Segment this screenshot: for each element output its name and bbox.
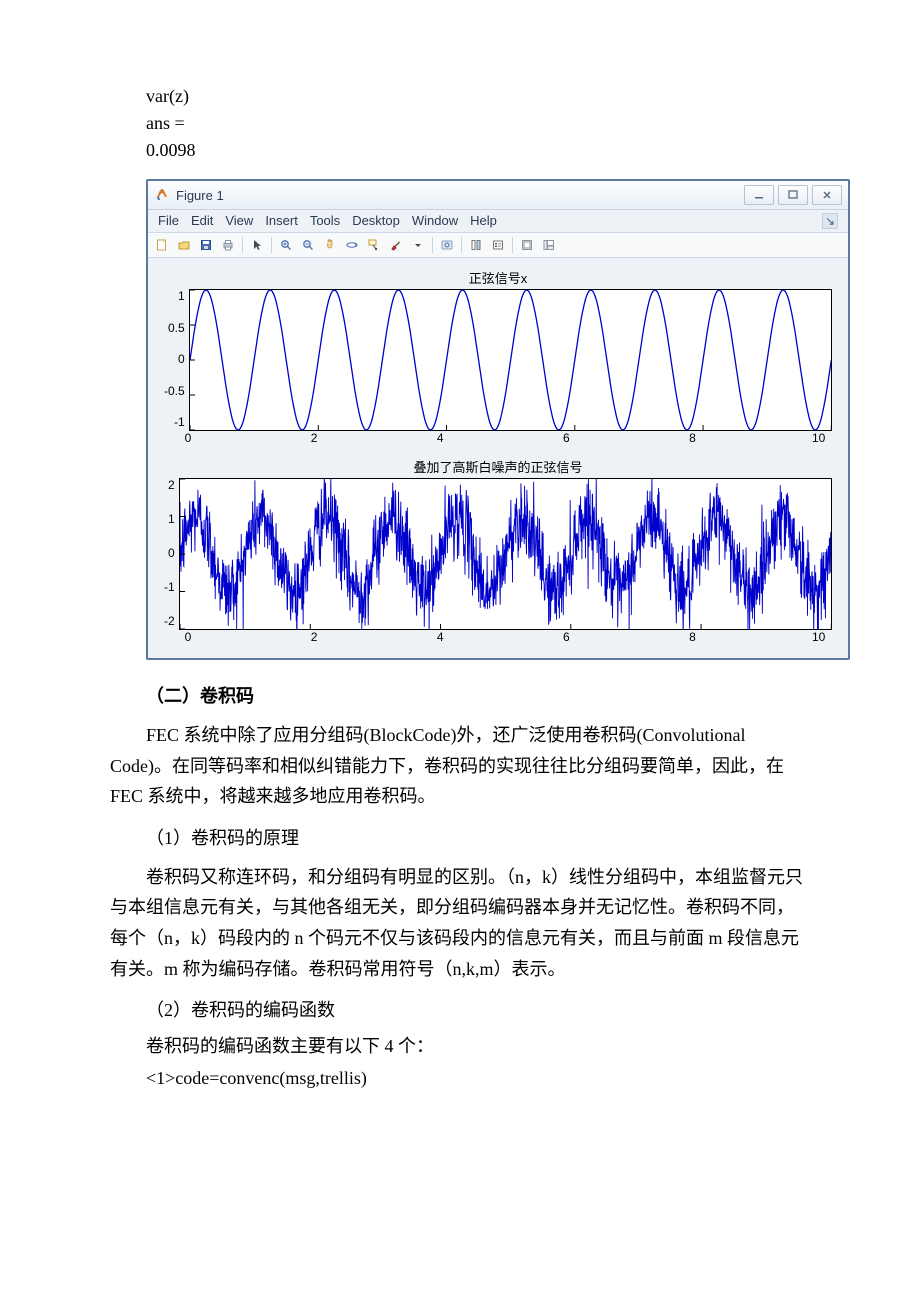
link-data-icon[interactable]	[437, 236, 457, 254]
menu-desktop[interactable]: Desktop	[352, 213, 400, 229]
code-line-value: 0.0098	[146, 140, 810, 161]
show-plot-tools-icon[interactable]	[539, 236, 559, 254]
save-icon[interactable]	[196, 236, 216, 254]
minimize-button[interactable]	[744, 185, 774, 205]
chart-bottom-axes[interactable]	[179, 478, 832, 630]
menu-insert[interactable]: Insert	[265, 213, 298, 229]
subheading-2: （2）卷积码的编码函数	[146, 996, 810, 1022]
menu-file[interactable]: File	[158, 213, 179, 229]
open-icon[interactable]	[174, 236, 194, 254]
menu-window[interactable]: Window	[412, 213, 458, 229]
menu-tools[interactable]: Tools	[310, 213, 340, 229]
section-heading-convolutional: （二）卷积码	[146, 682, 810, 708]
hide-plot-tools-icon[interactable]	[517, 236, 537, 254]
menu-edit[interactable]: Edit	[191, 213, 213, 229]
figure-plots-area: 正弦信号x 1 0.5 0 -0.5 -1 0 2	[148, 258, 848, 658]
close-button[interactable]	[812, 185, 842, 205]
print-icon[interactable]	[218, 236, 238, 254]
maximize-button[interactable]	[778, 185, 808, 205]
figure-toolbar	[148, 233, 848, 258]
insert-colorbar-icon[interactable]	[466, 236, 486, 254]
chart-bottom: 叠加了高斯白噪声的正弦信号 2 1 0 -1 -2 0 2	[164, 457, 832, 644]
chart-top-axes[interactable]	[189, 289, 832, 431]
menu-help[interactable]: Help	[470, 213, 497, 229]
subheading-1: （1）卷积码的原理	[146, 824, 810, 850]
chart-bottom-yticks: 2 1 0 -1 -2	[164, 478, 179, 628]
brush-icon[interactable]	[386, 236, 406, 254]
window-titlebar: Figure 1	[148, 181, 848, 210]
code-line-ans: ans =	[146, 113, 810, 134]
chart-bottom-xticks: 0 2 4 6 8 10	[164, 630, 832, 644]
rotate-3d-icon[interactable]	[342, 236, 362, 254]
chart-bottom-title: 叠加了高斯白噪声的正弦信号	[164, 457, 832, 476]
menu-bar: File Edit View Insert Tools Desktop Wind…	[148, 210, 848, 233]
menu-view[interactable]: View	[225, 213, 253, 229]
pan-icon[interactable]	[320, 236, 340, 254]
chart-top-yticks: 1 0.5 0 -0.5 -1	[164, 289, 189, 429]
chart-top-title: 正弦信号x	[164, 268, 832, 287]
paragraph-2: 卷积码又称连环码，和分组码有明显的区别。（n，k）线性分组码中，本组监督元只与本…	[110, 862, 810, 984]
chart-top: 正弦信号x 1 0.5 0 -0.5 -1 0 2	[164, 268, 832, 445]
data-cursor-icon[interactable]	[364, 236, 384, 254]
paragraph-1: FEC 系统中除了应用分组码(BlockCode)外，还广泛使用卷积码(Conv…	[110, 720, 810, 812]
dock-arrow-icon[interactable]: ↘	[822, 213, 838, 229]
matlab-figure-window: Figure 1 File Edit View Insert Tools Des…	[146, 179, 850, 660]
code-line-varz: var(z)	[146, 86, 810, 107]
chart-top-xticks: 0 2 4 6 8 10	[164, 431, 832, 445]
window-title: Figure 1	[176, 188, 224, 203]
new-figure-icon[interactable]	[152, 236, 172, 254]
pointer-icon[interactable]	[247, 236, 267, 254]
dropdown-arrow-icon[interactable]	[408, 236, 428, 254]
zoom-out-icon[interactable]	[298, 236, 318, 254]
insert-legend-icon[interactable]	[488, 236, 508, 254]
matlab-icon	[154, 187, 170, 203]
paragraph-3: 卷积码的编码函数主要有以下 4 个：	[146, 1032, 810, 1058]
paragraph-4: <1>code=convenc(msg,trellis)	[146, 1068, 810, 1089]
zoom-in-icon[interactable]	[276, 236, 296, 254]
